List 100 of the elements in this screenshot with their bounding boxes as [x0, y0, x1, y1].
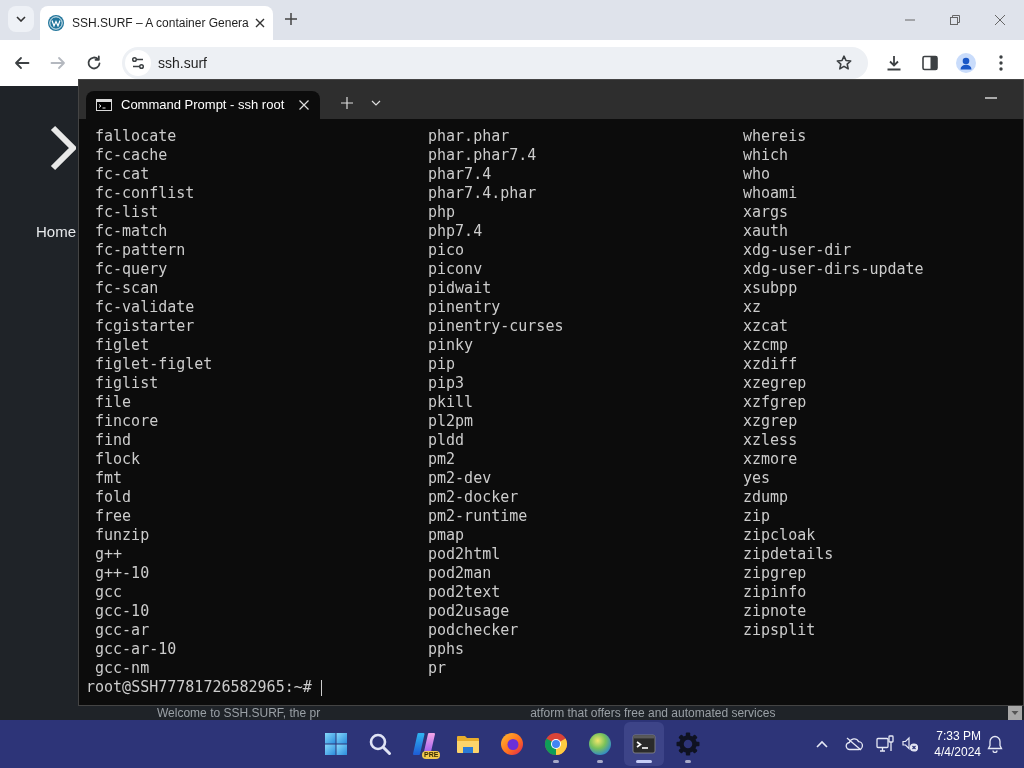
reload-icon[interactable]	[86, 55, 102, 71]
command-name: xzcmp	[743, 336, 789, 355]
command-name: pm2	[428, 450, 456, 469]
chevron-down-icon[interactable]	[371, 100, 381, 106]
back-arrow-icon[interactable]	[14, 55, 30, 71]
menu-icon[interactable]	[999, 55, 1003, 71]
command-name: xzmore	[743, 450, 798, 469]
command-name: g++	[95, 545, 123, 564]
command-name: fcgistarter	[95, 317, 195, 336]
command-name: pico	[428, 241, 465, 260]
command-name: xzless	[743, 431, 798, 450]
command-name: pod2html	[428, 545, 501, 564]
command-name: pinentry	[428, 298, 501, 317]
command-name: fc-list	[95, 203, 159, 222]
chevron-up-icon[interactable]	[816, 740, 829, 748]
close-icon[interactable]	[254, 18, 265, 28]
plus-icon[interactable]	[284, 13, 297, 25]
text-cursor	[320, 679, 322, 696]
command-name: pip	[428, 355, 456, 374]
command-name: zipgrep	[743, 564, 807, 583]
command-name: xzfgrep	[743, 393, 807, 412]
ring-browser-icon	[544, 732, 568, 756]
clock-time: 7:33 PM	[936, 728, 981, 744]
command-name: fc-query	[95, 260, 168, 279]
shell-prompt: root@SSH77781726582965:~#	[86, 678, 312, 697]
command-name: pidwait	[428, 279, 492, 298]
command-name: fallocate	[95, 127, 177, 146]
nav-link[interactable]: Home	[36, 223, 76, 241]
command-name: php	[428, 203, 456, 222]
console-window-icon	[96, 99, 112, 111]
flame-globe-icon	[500, 732, 524, 756]
chevron-down-icon	[16, 16, 26, 22]
command-name: gcc-ar-10	[95, 640, 177, 659]
command-name: figlet	[95, 336, 150, 355]
command-name: whoami	[743, 184, 798, 203]
side-panel-icon[interactable]	[922, 55, 938, 71]
terminal-icon	[632, 732, 656, 756]
restore-icon[interactable]	[950, 15, 960, 25]
command-name: xauth	[743, 222, 789, 241]
command-name: pphs	[428, 640, 465, 659]
terminal-tab-title: Command Prompt - ssh root	[121, 96, 285, 115]
swirl-app-icon	[412, 732, 436, 756]
command-name: free	[95, 507, 132, 526]
command-name: pinentry-curses	[428, 317, 564, 336]
command-name: figlet-figlet	[95, 355, 213, 374]
tab-title: SSH.SURF – A container Genera	[72, 15, 249, 32]
notification-bell-icon[interactable]	[987, 735, 1003, 753]
speaker-muted-icon[interactable]	[902, 736, 919, 752]
command-name: fmt	[95, 469, 123, 488]
command-name: pod2text	[428, 583, 501, 602]
command-name: which	[743, 146, 789, 165]
terminal-tab[interactable]: Command Prompt - ssh root	[86, 91, 320, 119]
command-name: xzgrep	[743, 412, 798, 431]
command-name: pip3	[428, 374, 465, 393]
command-name: fc-pattern	[95, 241, 186, 260]
command-name: fold	[95, 488, 132, 507]
command-name: flock	[95, 450, 141, 469]
windows-start-icon	[324, 732, 348, 756]
command-name: figlist	[95, 374, 159, 393]
command-name: phar.phar7.4	[428, 146, 537, 165]
bookmark-star-icon[interactable]	[836, 55, 852, 71]
cloud-off-icon[interactable]	[845, 737, 864, 751]
taskbar-app-button[interactable]	[624, 722, 664, 766]
command-name: gcc-nm	[95, 659, 150, 678]
command-name: who	[743, 165, 771, 184]
profile-avatar-icon[interactable]	[956, 53, 976, 73]
command-name: pm2-dev	[428, 469, 492, 488]
command-name: yes	[743, 469, 771, 488]
network-computer-icon[interactable]	[876, 735, 895, 753]
command-name: zipdetails	[743, 545, 834, 564]
command-name: phar7.4	[428, 165, 492, 184]
gear-icon	[676, 732, 700, 756]
browser-tab[interactable]: SSH.SURF – A container Genera	[40, 6, 273, 40]
welcome-text: Welcome to SSH.SURF, the pr	[157, 706, 321, 720]
command-name: pl2pm	[428, 412, 474, 431]
command-name: xzdiff	[743, 355, 798, 374]
command-name: zipsplit	[743, 621, 816, 640]
tab-list-button[interactable]	[8, 6, 34, 32]
command-name: pinky	[428, 336, 474, 355]
command-name: fc-match	[95, 222, 168, 241]
command-name: funzip	[95, 526, 150, 545]
command-name: xsubpp	[743, 279, 798, 298]
command-name: pkill	[428, 393, 474, 412]
command-name: phar7.4.phar	[428, 184, 537, 203]
scroll-down-icon[interactable]	[1008, 706, 1022, 720]
chevron-right-icon[interactable]	[50, 125, 76, 171]
command-name: xdg-user-dir	[743, 241, 852, 260]
command-name: xz	[743, 298, 762, 317]
address-bar[interactable]: ssh.surf	[122, 47, 868, 79]
command-name: fc-cache	[95, 146, 168, 165]
command-name: whereis	[743, 127, 807, 146]
clock[interactable]: 7:33 PM 4/4/2024	[934, 728, 981, 760]
command-name: pr	[428, 659, 447, 678]
command-name: pmap	[428, 526, 465, 545]
tune-icon[interactable]	[125, 50, 151, 76]
command-name: zdump	[743, 488, 789, 507]
welcome-text: atform that offers free and automated services	[530, 706, 776, 720]
command-name: phar.phar	[428, 127, 510, 146]
download-icon[interactable]	[886, 55, 902, 71]
gradient-ball-icon	[588, 732, 612, 756]
